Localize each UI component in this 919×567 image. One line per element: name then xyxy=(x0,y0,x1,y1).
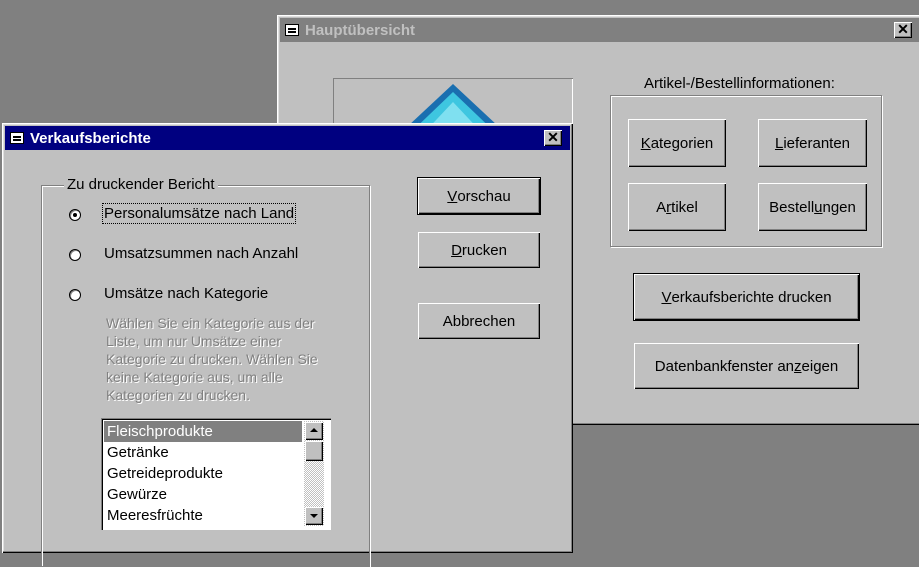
option-umsatzsummen-label[interactable]: Umsatzsummen nach Anzahl xyxy=(104,245,298,262)
verkaufsberichte-dialog: Verkaufsberichte ✕ Zu druckender Bericht… xyxy=(2,123,573,567)
form-icon xyxy=(285,24,299,36)
bestellungen-button[interactable]: Bestell u ngen xyxy=(758,183,867,231)
list-item[interactable]: Meeresfrüchte xyxy=(104,505,302,526)
list-item[interactable]: Fleischprodukte xyxy=(104,421,302,442)
close-icon: ✕ xyxy=(897,21,909,37)
option-umsaetze-kategorie-label[interactable]: Umsätze nach Kategorie xyxy=(104,285,268,302)
kategorien-button[interactable]: Kategorien xyxy=(628,119,726,167)
main-window-title: Hauptübersicht xyxy=(305,21,416,39)
report-group-title: Zu druckender Bericht xyxy=(64,176,218,193)
category-listbox[interactable]: Fleischprodukte Getränke Getreideprodukt… xyxy=(101,418,331,530)
scroll-up-button[interactable] xyxy=(305,422,323,440)
artikel-button[interactable]: Ar tikel xyxy=(628,183,726,231)
category-hint-text: Wählen Sie ein Kategorie aus der Liste, … xyxy=(106,315,318,403)
vorschau-button[interactable]: Vorschau xyxy=(417,177,541,215)
radio-umsaetze-kategorie[interactable] xyxy=(69,289,81,301)
verkaufsberichte-drucken-button[interactable]: Verkaufsberichte drucken xyxy=(633,273,860,321)
option-personalumsaetze-label[interactable]: Personalumsätze nach Land xyxy=(101,203,297,224)
list-item[interactable]: Getränke xyxy=(104,442,302,463)
form-icon xyxy=(10,132,24,144)
main-window-close-button[interactable]: ✕ xyxy=(894,22,912,38)
drucken-button[interactable]: Drucken xyxy=(418,232,540,268)
list-item[interactable]: Getreideprodukte xyxy=(104,463,302,484)
lieferanten-button[interactable]: Lieferanten xyxy=(758,119,867,167)
arrow-up-icon xyxy=(310,428,318,432)
scroll-down-button[interactable] xyxy=(305,507,323,525)
close-icon: ✕ xyxy=(547,129,559,145)
category-scrollbar[interactable] xyxy=(304,421,324,526)
main-window-titlebar[interactable]: Hauptübersicht xyxy=(280,18,919,42)
radio-personalumsaetze[interactable] xyxy=(69,209,81,221)
dialog-title: Verkaufsberichte xyxy=(30,129,151,147)
radio-umsatzsummen[interactable] xyxy=(69,249,81,261)
arrow-down-icon xyxy=(310,514,318,518)
scroll-thumb[interactable] xyxy=(305,441,323,461)
dialog-titlebar[interactable]: Verkaufsberichte xyxy=(5,126,570,150)
datenbankfenster-button[interactable]: Datenbankfenster an z eigen xyxy=(634,343,859,389)
list-item[interactable]: Gewürze xyxy=(104,484,302,505)
dialog-close-button[interactable]: ✕ xyxy=(544,130,562,146)
abbrechen-button[interactable]: Abbrechen xyxy=(418,303,540,339)
order-info-label: Artikel-/Bestellinformationen: xyxy=(644,75,835,92)
